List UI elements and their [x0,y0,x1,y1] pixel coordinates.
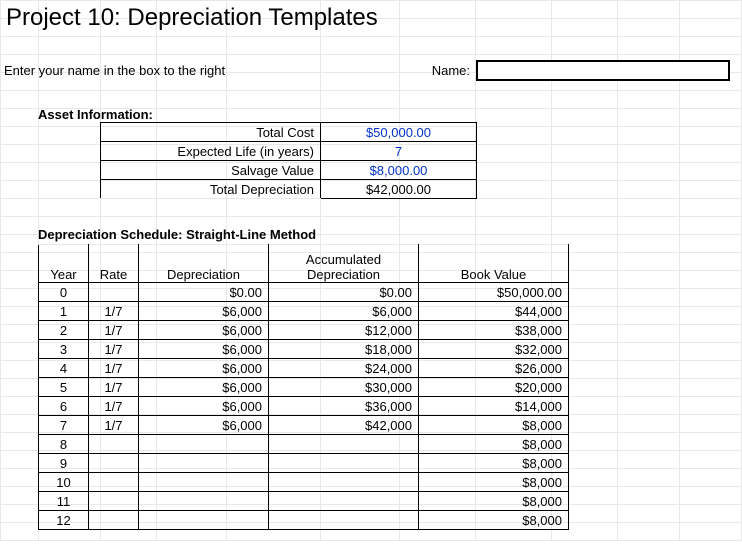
cell-rate[interactable]: 1/7 [89,378,139,397]
cell-bv[interactable]: $44,000 [419,302,569,321]
cell-acc[interactable]: $18,000 [269,340,419,359]
total-dep-label: Total Depreciation [101,180,321,199]
cell-year[interactable]: 8 [39,435,89,454]
name-input[interactable] [476,60,730,81]
cell-rate[interactable] [89,511,139,530]
table-row: 71/7$6,000$42,000$8,000 [39,416,569,435]
name-label: Name: [396,63,476,78]
cell-year[interactable]: 3 [39,340,89,359]
cell-dep[interactable]: $6,000 [139,321,269,340]
cell-bv[interactable]: $8,000 [419,473,569,492]
cell-acc[interactable] [269,435,419,454]
cell-year[interactable]: 6 [39,397,89,416]
col-acc: Accumulated Depreciation [269,245,419,283]
cell-bv[interactable]: $8,000 [419,511,569,530]
cell-bv[interactable]: $8,000 [419,454,569,473]
cell-acc[interactable]: $42,000 [269,416,419,435]
cell-acc[interactable]: $30,000 [269,378,419,397]
cell-year[interactable]: 12 [39,511,89,530]
cell-dep[interactable]: $0.00 [139,283,269,302]
cell-year[interactable]: 0 [39,283,89,302]
cell-bv[interactable]: $14,000 [419,397,569,416]
cell-rate[interactable]: 1/7 [89,416,139,435]
table-row: 10 $8,000 [39,473,569,492]
total-cost-label: Total Cost [101,123,321,142]
col-bv: Book Value [419,245,569,283]
table-row: 11/7$6,000$6,000$44,000 [39,302,569,321]
total-dep-value: $42,000.00 [321,180,477,199]
cell-year[interactable]: 4 [39,359,89,378]
table-row: 61/7$6,000$36,000$14,000 [39,397,569,416]
cell-rate[interactable]: 1/7 [89,340,139,359]
col-dep: Depreciation [139,245,269,283]
table-row: 12 $8,000 [39,511,569,530]
salvage-value[interactable]: $8,000.00 [321,161,477,180]
table-row: 51/7$6,000$30,000$20,000 [39,378,569,397]
asset-section-heading: Asset Information: [0,107,742,122]
cell-rate[interactable] [89,492,139,511]
cell-rate[interactable] [89,435,139,454]
cell-bv[interactable]: $50,000.00 [419,283,569,302]
cell-dep[interactable] [139,473,269,492]
cell-acc[interactable]: $24,000 [269,359,419,378]
cell-dep[interactable]: $6,000 [139,378,269,397]
cell-acc[interactable] [269,492,419,511]
cell-dep[interactable]: $6,000 [139,397,269,416]
cell-rate[interactable] [89,454,139,473]
table-row: 0$0.00$0.00$50,000.00 [39,283,569,302]
cell-dep[interactable] [139,511,269,530]
table-row: 41/7$6,000$24,000$26,000 [39,359,569,378]
cell-bv[interactable]: $8,000 [419,416,569,435]
cell-bv[interactable]: $20,000 [419,378,569,397]
cell-acc[interactable]: $36,000 [269,397,419,416]
cell-acc[interactable]: $6,000 [269,302,419,321]
asset-info-table: Total Cost $50,000.00 Expected Life (in … [100,122,477,199]
cell-bv[interactable]: $32,000 [419,340,569,359]
cell-acc[interactable] [269,511,419,530]
col-rate: Rate [89,245,139,283]
cell-year[interactable]: 10 [39,473,89,492]
salvage-label: Salvage Value [101,161,321,180]
cell-dep[interactable] [139,454,269,473]
table-row: 9 $8,000 [39,454,569,473]
col-year: Year [39,245,89,283]
cell-rate[interactable]: 1/7 [89,321,139,340]
cell-year[interactable]: 9 [39,454,89,473]
name-prompt: Enter your name in the box to the right [0,63,396,78]
cell-dep[interactable]: $6,000 [139,340,269,359]
page-title: Project 10: Depreciation Templates [0,0,742,37]
cell-rate[interactable]: 1/7 [89,302,139,321]
table-row: 11 $8,000 [39,492,569,511]
cell-acc[interactable]: $0.00 [269,283,419,302]
schedule-table: Year Rate Depreciation Accumulated Depre… [38,244,569,530]
cell-rate[interactable]: 1/7 [89,359,139,378]
cell-year[interactable]: 1 [39,302,89,321]
cell-year[interactable]: 5 [39,378,89,397]
cell-acc[interactable] [269,454,419,473]
table-row: 31/7$6,000$18,000$32,000 [39,340,569,359]
cell-rate[interactable] [89,473,139,492]
cell-bv[interactable]: $26,000 [419,359,569,378]
cell-year[interactable]: 11 [39,492,89,511]
table-row: 8 $8,000 [39,435,569,454]
life-value[interactable]: 7 [321,142,477,161]
cell-acc[interactable] [269,473,419,492]
cell-rate[interactable] [89,283,139,302]
table-row: 21/7$6,000$12,000$38,000 [39,321,569,340]
schedule-section-heading: Depreciation Schedule: Straight-Line Met… [0,227,742,242]
cell-rate[interactable]: 1/7 [89,397,139,416]
cell-bv[interactable]: $8,000 [419,435,569,454]
cell-year[interactable]: 7 [39,416,89,435]
cell-dep[interactable]: $6,000 [139,416,269,435]
cell-dep[interactable]: $6,000 [139,359,269,378]
total-cost-value[interactable]: $50,000.00 [321,123,477,142]
cell-year[interactable]: 2 [39,321,89,340]
cell-bv[interactable]: $8,000 [419,492,569,511]
cell-dep[interactable] [139,492,269,511]
cell-bv[interactable]: $38,000 [419,321,569,340]
cell-acc[interactable]: $12,000 [269,321,419,340]
life-label: Expected Life (in years) [101,142,321,161]
cell-dep[interactable] [139,435,269,454]
cell-dep[interactable]: $6,000 [139,302,269,321]
